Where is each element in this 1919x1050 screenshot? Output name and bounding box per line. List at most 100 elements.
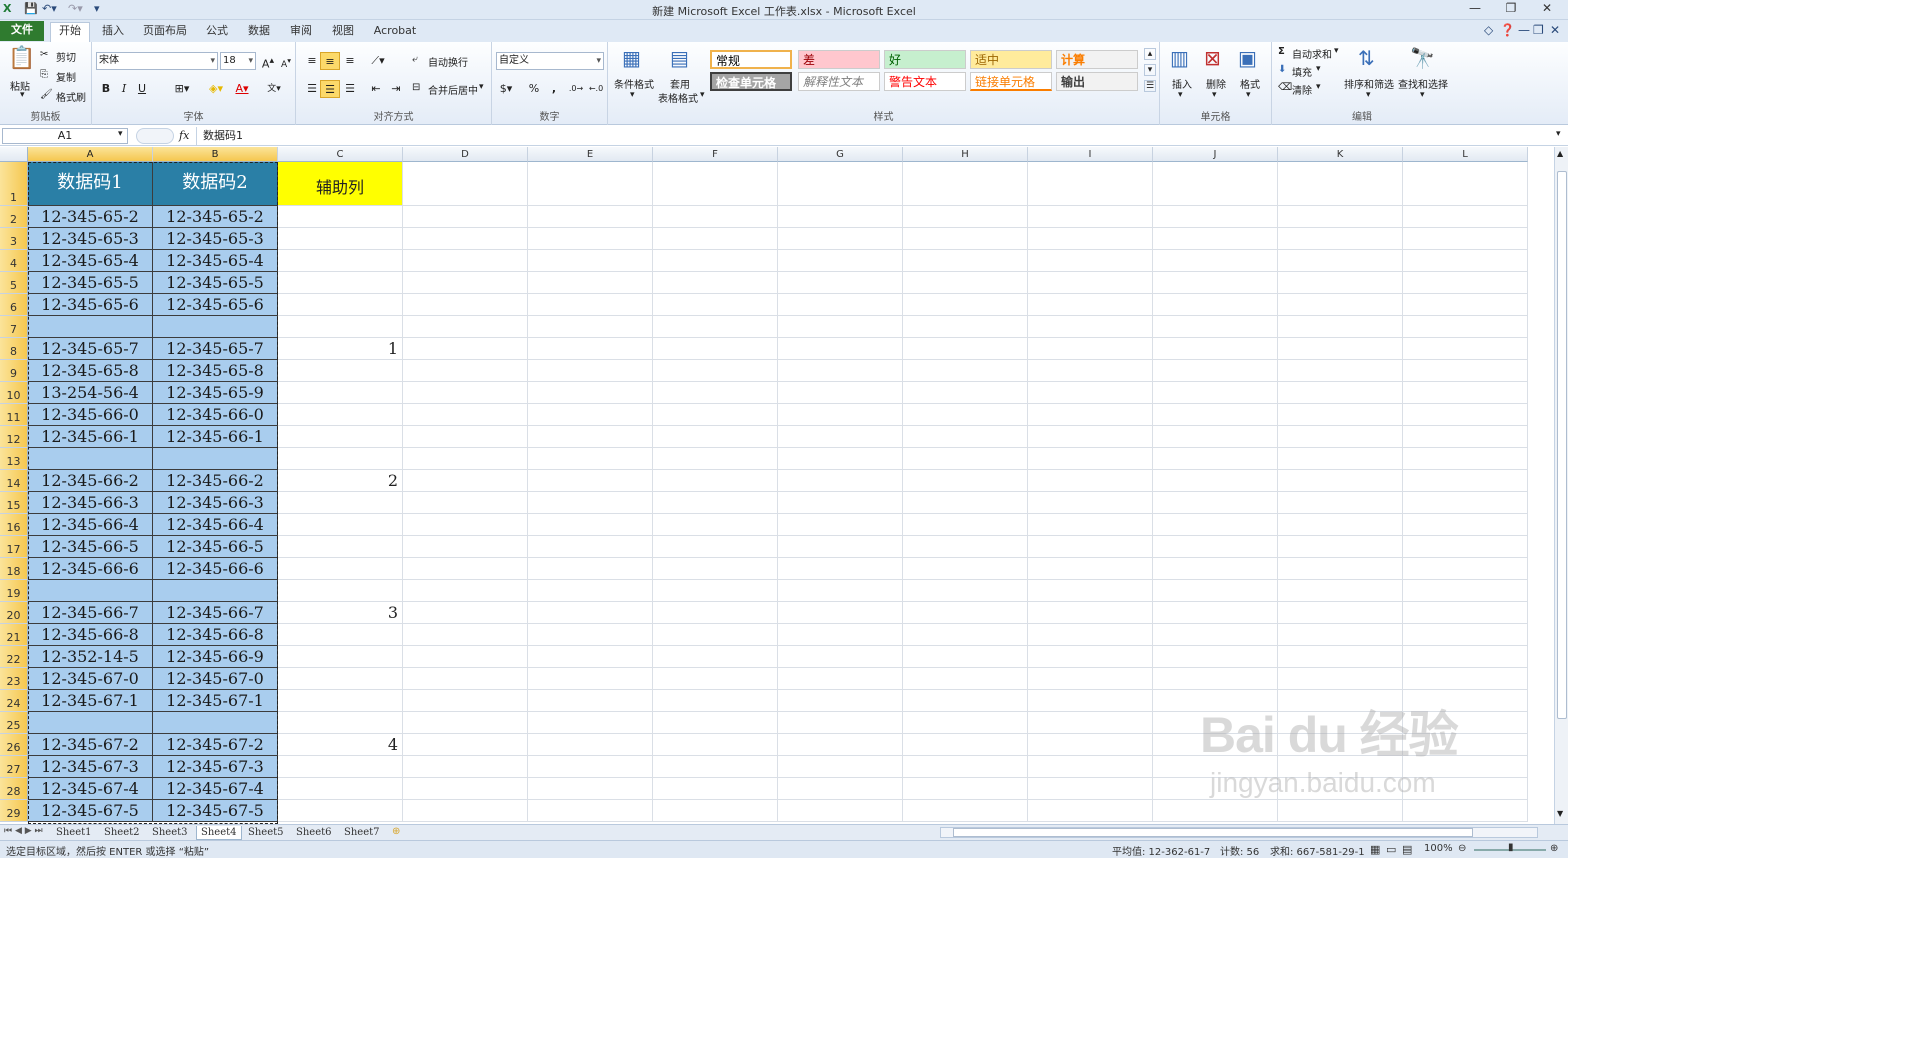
cell-style-8[interactable]: 警告文本 bbox=[884, 72, 966, 91]
cell-b[interactable]: 12-345-65-7 bbox=[153, 338, 278, 360]
empty-cell[interactable] bbox=[903, 404, 1028, 426]
empty-cell[interactable] bbox=[653, 162, 778, 206]
empty-cell[interactable] bbox=[653, 360, 778, 382]
empty-cell[interactable] bbox=[778, 800, 903, 822]
empty-cell[interactable] bbox=[528, 470, 653, 492]
empty-cell[interactable] bbox=[403, 668, 528, 690]
zoom-level[interactable]: 100% bbox=[1424, 843, 1453, 854]
cell-c[interactable] bbox=[278, 536, 403, 558]
empty-cell[interactable] bbox=[1278, 756, 1403, 778]
empty-cell[interactable] bbox=[403, 426, 528, 448]
empty-cell[interactable] bbox=[778, 162, 903, 206]
select-all-corner[interactable] bbox=[0, 147, 28, 162]
empty-cell[interactable] bbox=[1278, 668, 1403, 690]
cell-c[interactable]: 4 bbox=[278, 734, 403, 756]
cell-b[interactable]: 12-345-66-0 bbox=[153, 404, 278, 426]
cell-b[interactable]: 12-345-67-0 bbox=[153, 668, 278, 690]
tab-view[interactable]: 视图 bbox=[328, 23, 358, 42]
empty-cell[interactable] bbox=[1028, 162, 1153, 206]
empty-cell[interactable] bbox=[1278, 470, 1403, 492]
shrink-font-icon[interactable]: A▾ bbox=[276, 52, 296, 70]
empty-cell[interactable] bbox=[653, 514, 778, 536]
empty-cell[interactable] bbox=[1278, 250, 1403, 272]
phonetic-icon[interactable]: 文▾ bbox=[264, 80, 284, 98]
empty-cell[interactable] bbox=[903, 426, 1028, 448]
cell-b[interactable]: 12-345-66-4 bbox=[153, 514, 278, 536]
empty-cell[interactable] bbox=[653, 756, 778, 778]
empty-cell[interactable] bbox=[403, 228, 528, 250]
sort-filter-button[interactable]: 排序和筛选 bbox=[1344, 76, 1394, 91]
row-header[interactable]: 19 bbox=[0, 580, 28, 602]
column-header-b[interactable]: B bbox=[153, 147, 278, 162]
empty-cell[interactable] bbox=[403, 800, 528, 822]
cell-b[interactable]: 12-345-66-2 bbox=[153, 470, 278, 492]
empty-cell[interactable] bbox=[1278, 426, 1403, 448]
empty-cell[interactable] bbox=[1028, 492, 1153, 514]
sheet-tab-4[interactable]: Sheet4 bbox=[196, 826, 242, 840]
empty-cell[interactable] bbox=[778, 272, 903, 294]
empty-cell[interactable] bbox=[903, 294, 1028, 316]
empty-cell[interactable] bbox=[778, 756, 903, 778]
empty-cell[interactable] bbox=[903, 514, 1028, 536]
cell-c[interactable] bbox=[278, 492, 403, 514]
empty-cell[interactable] bbox=[1278, 558, 1403, 580]
row-header[interactable]: 12 bbox=[0, 426, 28, 448]
empty-cell[interactable] bbox=[1403, 382, 1528, 404]
row-header[interactable]: 7 bbox=[0, 316, 28, 338]
cell-b[interactable]: 12-345-66-7 bbox=[153, 602, 278, 624]
empty-cell[interactable] bbox=[903, 338, 1028, 360]
cell-b[interactable]: 12-345-67-1 bbox=[153, 690, 278, 712]
window-restore-icon[interactable]: ❐ bbox=[1533, 23, 1544, 37]
empty-cell[interactable] bbox=[778, 712, 903, 734]
empty-cell[interactable] bbox=[403, 602, 528, 624]
empty-cell[interactable] bbox=[1153, 668, 1278, 690]
empty-cell[interactable] bbox=[903, 492, 1028, 514]
decrease-decimal-icon[interactable]: ←.0 bbox=[586, 80, 606, 98]
empty-cell[interactable] bbox=[778, 668, 903, 690]
cell-a[interactable]: 12-345-66-2 bbox=[28, 470, 153, 492]
empty-cell[interactable] bbox=[528, 536, 653, 558]
window-minimize-icon[interactable]: — bbox=[1518, 23, 1530, 37]
empty-cell[interactable] bbox=[1153, 404, 1278, 426]
cell-style-9[interactable]: 链接单元格 bbox=[970, 72, 1052, 91]
empty-cell[interactable] bbox=[1153, 492, 1278, 514]
empty-cell[interactable] bbox=[1028, 382, 1153, 404]
row-header[interactable]: 27 bbox=[0, 756, 28, 778]
empty-cell[interactable] bbox=[1403, 492, 1528, 514]
format-dropdown-icon[interactable]: ▾ bbox=[1246, 90, 1251, 100]
underline-button[interactable]: U bbox=[132, 80, 152, 98]
empty-cell[interactable] bbox=[1153, 712, 1278, 734]
empty-cell[interactable] bbox=[653, 800, 778, 822]
row-header[interactable]: 8 bbox=[0, 338, 28, 360]
cell-style-4[interactable]: 适中 bbox=[970, 50, 1052, 69]
empty-cell[interactable] bbox=[1403, 778, 1528, 800]
empty-cell[interactable] bbox=[903, 536, 1028, 558]
empty-cell[interactable] bbox=[903, 470, 1028, 492]
row-header[interactable]: 2 bbox=[0, 206, 28, 228]
empty-cell[interactable] bbox=[903, 690, 1028, 712]
cell-c[interactable] bbox=[278, 580, 403, 602]
empty-cell[interactable] bbox=[1278, 338, 1403, 360]
tab-page-layout[interactable]: 页面布局 bbox=[140, 23, 190, 42]
empty-cell[interactable] bbox=[1028, 360, 1153, 382]
increase-indent-icon[interactable]: ⇥ bbox=[386, 80, 406, 98]
bold-button[interactable]: B bbox=[96, 80, 116, 98]
empty-cell[interactable] bbox=[528, 624, 653, 646]
page-break-view-icon[interactable]: ▤ bbox=[1402, 843, 1412, 856]
vertical-scrollbar[interactable]: ▲ ▼ bbox=[1554, 147, 1568, 824]
empty-cell[interactable] bbox=[528, 646, 653, 668]
cell-b[interactable]: 12-345-65-6 bbox=[153, 294, 278, 316]
empty-cell[interactable] bbox=[1278, 492, 1403, 514]
cell-a[interactable] bbox=[28, 316, 153, 338]
sheet-tab-7[interactable]: Sheet7 bbox=[340, 826, 384, 840]
empty-cell[interactable] bbox=[1278, 712, 1403, 734]
empty-cell[interactable] bbox=[528, 206, 653, 228]
empty-cell[interactable] bbox=[1153, 426, 1278, 448]
row-header[interactable]: 3 bbox=[0, 228, 28, 250]
empty-cell[interactable] bbox=[528, 448, 653, 470]
empty-cell[interactable] bbox=[403, 162, 528, 206]
clear-dropdown-icon[interactable]: ▾ bbox=[1316, 82, 1321, 92]
empty-cell[interactable] bbox=[528, 294, 653, 316]
cell-a[interactable]: 12-345-65-2 bbox=[28, 206, 153, 228]
header-cell-b[interactable]: 数据码2 bbox=[153, 162, 278, 206]
